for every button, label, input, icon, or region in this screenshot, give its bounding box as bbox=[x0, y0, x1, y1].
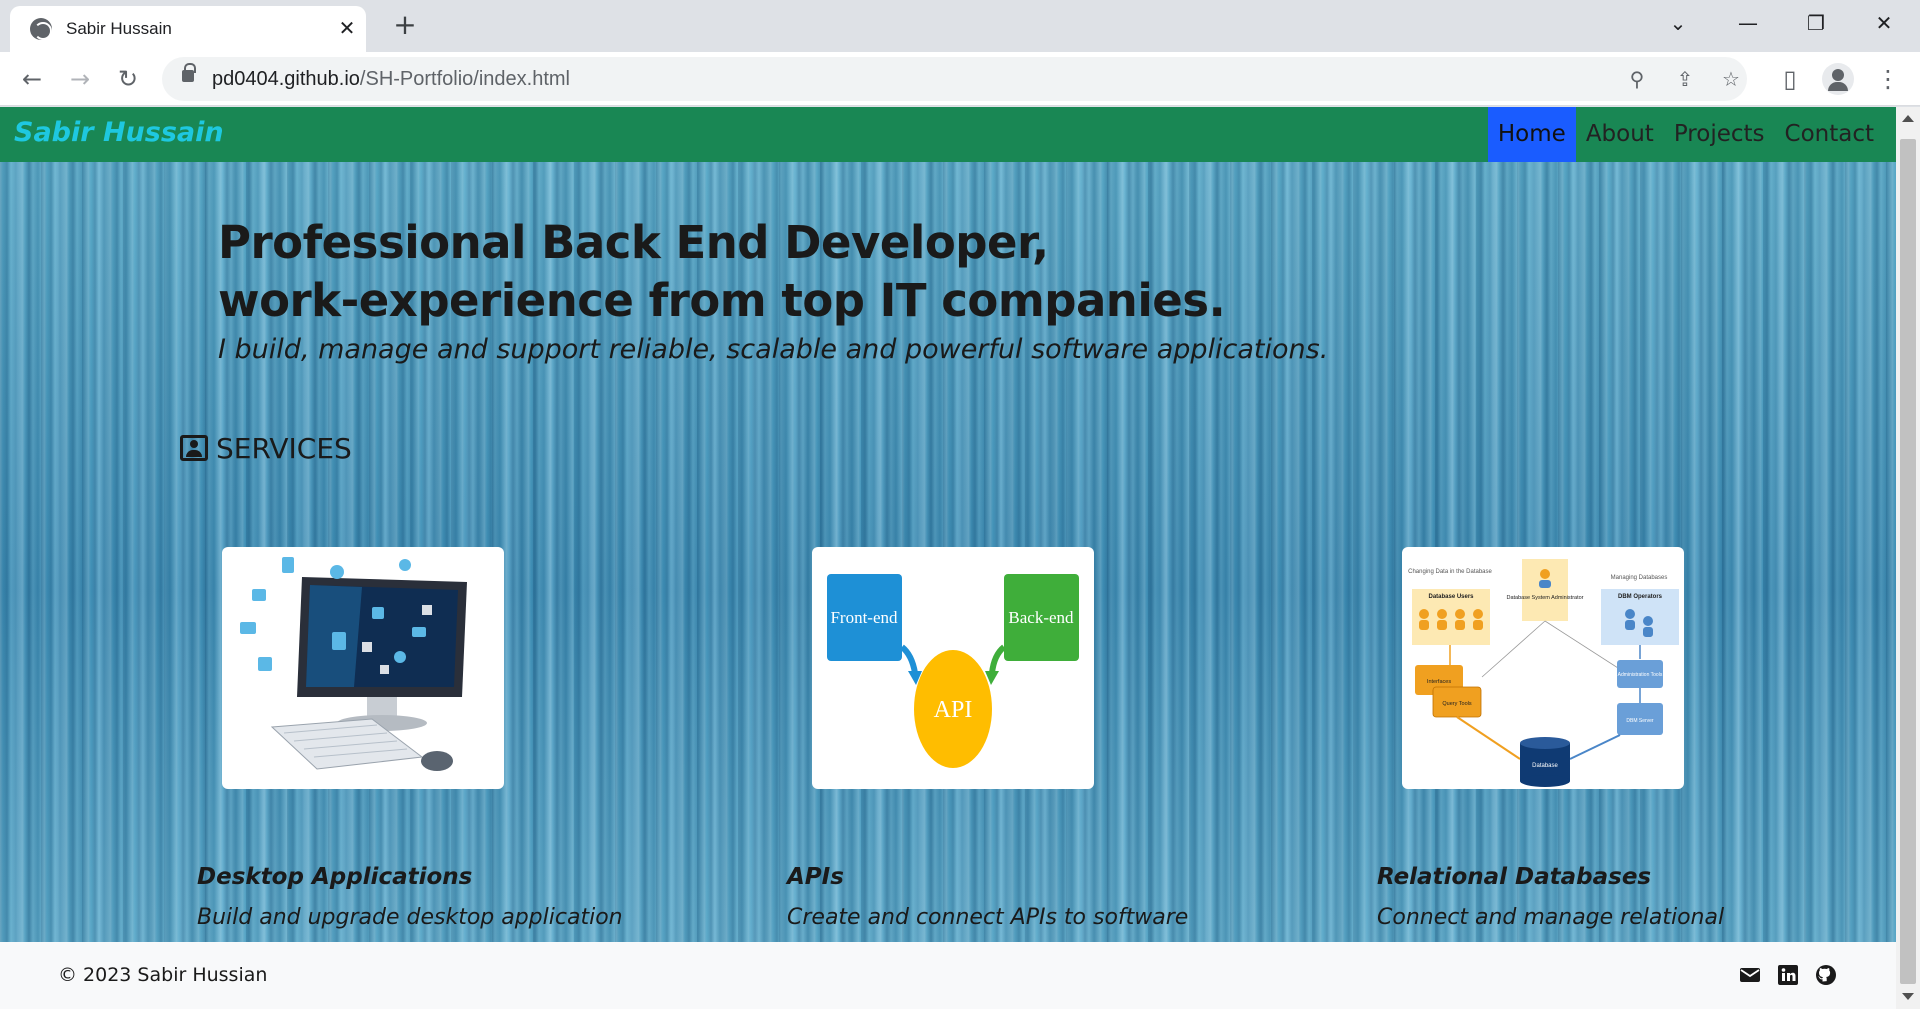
mail-icon[interactable] bbox=[1739, 964, 1761, 986]
site-navbar: Sabir Hussain Home About Projects Contac… bbox=[0, 107, 1896, 162]
scroll-down-arrow-icon[interactable] bbox=[1902, 993, 1914, 1000]
url-text[interactable]: pd0404.github.io/SH-Portfolio/index.html bbox=[212, 68, 570, 91]
forward-arrow-icon[interactable]: → bbox=[65, 64, 95, 94]
service-title-apis: APIs bbox=[787, 864, 844, 890]
back-arrow-icon[interactable]: ← bbox=[17, 64, 47, 94]
hero-tagline: I build, manage and support reliable, sc… bbox=[218, 334, 1329, 365]
brand-logo[interactable]: Sabir Hussain bbox=[14, 117, 224, 148]
close-window-button[interactable]: ✕ bbox=[1866, 8, 1902, 38]
service-title-desktop: Desktop Applications bbox=[197, 864, 473, 890]
diagram-dbm-server-box: DBM Server bbox=[1626, 718, 1654, 724]
restore-button[interactable]: ❐ bbox=[1798, 8, 1834, 38]
close-tab-icon[interactable]: ✕ bbox=[335, 16, 359, 40]
nav-link-contact[interactable]: Contact bbox=[1775, 107, 1884, 162]
nav-link-home[interactable]: Home bbox=[1487, 107, 1576, 162]
scrollbar-thumb[interactable] bbox=[1900, 139, 1916, 984]
nav-link-projects[interactable]: Projects bbox=[1664, 107, 1775, 162]
globe-icon bbox=[30, 18, 52, 40]
site-footer: © 2023 Sabir Hussian bbox=[0, 942, 1896, 1009]
scroll-up-arrow-icon[interactable] bbox=[1902, 115, 1914, 122]
diagram-backend-label: Back-end bbox=[1008, 608, 1074, 627]
browser-tab-bar: Sabir Hussain ✕ + ⌄ — ❐ ✕ bbox=[0, 0, 1920, 52]
profile-avatar-icon[interactable] bbox=[1822, 63, 1854, 95]
dbms-diagram-image: Changing Data in the Database Database U… bbox=[1402, 547, 1684, 789]
page-viewport: Sabir Hussain Home About Projects Contac… bbox=[0, 107, 1920, 1009]
side-panel-icon[interactable]: ▯ bbox=[1775, 64, 1805, 94]
new-tab-button[interactable]: + bbox=[390, 10, 420, 40]
diagram-db-users-header: Database Users bbox=[1428, 594, 1474, 600]
person-badge-icon bbox=[180, 435, 208, 461]
headline-line-2: work-experience from top IT companies. bbox=[218, 274, 1226, 327]
reload-icon[interactable]: ↻ bbox=[113, 64, 143, 94]
diagram-managing-caption: Managing Databases bbox=[1611, 575, 1668, 581]
service-title-databases: Relational Databases bbox=[1377, 864, 1652, 890]
diagram-admin-tools-box: Administration Tools bbox=[1618, 672, 1663, 678]
address-bar[interactable]: pd0404.github.io/SH-Portfolio/index.html… bbox=[162, 57, 1747, 101]
diagram-dbm-operators-header: DBM Operators bbox=[1618, 594, 1663, 600]
zoom-icon[interactable]: ⚲ bbox=[1624, 66, 1650, 92]
browser-tab[interactable]: Sabir Hussain ✕ bbox=[10, 6, 366, 52]
lock-icon[interactable] bbox=[182, 63, 196, 82]
browser-toolbar: ← → ↻ pd0404.github.io/SH-Portfolio/inde… bbox=[0, 52, 1920, 106]
hero-headline: Professional Back End Developer, work-ex… bbox=[218, 214, 1226, 330]
menu-dots-icon[interactable]: ⋮ bbox=[1873, 64, 1903, 94]
diagram-interfaces-box: Interfaces bbox=[1427, 679, 1451, 685]
nav-link-about[interactable]: About bbox=[1576, 107, 1664, 162]
diagram-database-label: Database bbox=[1532, 763, 1558, 769]
tab-search-icon[interactable]: ⌄ bbox=[1660, 8, 1696, 38]
api-diagram-image: Front-end Back-end API bbox=[812, 547, 1094, 789]
diagram-query-tools-box: Query Tools bbox=[1442, 701, 1471, 707]
bookmark-star-icon[interactable]: ☆ bbox=[1718, 66, 1744, 92]
desktop-computer-image bbox=[222, 547, 504, 789]
tab-title: Sabir Hussain bbox=[66, 19, 172, 38]
diagram-changing-caption: Changing Data in the Database bbox=[1408, 569, 1492, 575]
vertical-scrollbar[interactable] bbox=[1896, 107, 1920, 1009]
minimize-button[interactable]: — bbox=[1730, 8, 1766, 38]
share-icon[interactable]: ⇪ bbox=[1672, 66, 1698, 92]
copyright-text: © 2023 Sabir Hussian bbox=[58, 964, 268, 986]
linkedin-icon[interactable] bbox=[1777, 964, 1799, 986]
diagram-frontend-label: Front-end bbox=[830, 608, 898, 627]
diagram-api-label: API bbox=[934, 697, 973, 723]
hero-section: Professional Back End Developer, work-ex… bbox=[0, 162, 1896, 966]
headline-line-1: Professional Back End Developer, bbox=[218, 216, 1049, 269]
github-icon[interactable] bbox=[1815, 964, 1837, 986]
nav-links: Home About Projects Contact bbox=[1487, 107, 1884, 162]
services-title: SERVICES bbox=[216, 431, 352, 465]
services-heading: SERVICES bbox=[180, 430, 352, 466]
diagram-admin-header: Database System Administrator bbox=[1506, 595, 1583, 601]
